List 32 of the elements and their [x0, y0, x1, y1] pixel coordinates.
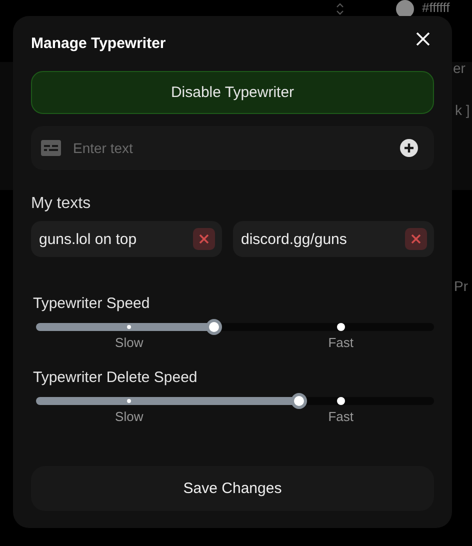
slider-label: Typewriter Speed	[33, 295, 151, 312]
slider-thumb[interactable]	[206, 319, 222, 335]
save-button[interactable]: Save Changes	[31, 466, 434, 511]
tick-mark	[336, 323, 345, 331]
background-text: er	[453, 60, 466, 76]
saved-text: guns.lol on top	[39, 230, 137, 248]
tick-mark	[127, 399, 132, 403]
background-text: k ]	[455, 102, 470, 118]
tick-mark	[336, 397, 345, 405]
add-icon[interactable]	[400, 139, 418, 157]
cross-icon	[199, 234, 209, 244]
section-title: My texts	[31, 195, 92, 213]
text-field-icon	[41, 140, 61, 156]
slider-thumb[interactable]	[291, 393, 308, 409]
text-input-field[interactable]: Enter text	[71, 139, 390, 157]
tick-label: Fast	[328, 409, 354, 424]
tick-label: Fast	[328, 335, 354, 350]
tick-label: Slow	[115, 409, 144, 424]
disable-button[interactable]: Disable Typewriter	[31, 71, 434, 114]
slider-label: Typewriter Delete Speed	[33, 369, 198, 386]
text-input-box[interactable]: Enter text	[31, 126, 434, 170]
color-value: #ffffff	[422, 0, 450, 15]
tick-mark	[127, 325, 132, 329]
saved-text: discord.gg/guns	[241, 230, 347, 248]
dialog-title: Manage Typewriter	[31, 34, 166, 52]
tick-label: Slow	[115, 335, 144, 350]
close-button[interactable]	[416, 32, 430, 46]
background-text: Pr	[454, 278, 468, 294]
delete-button[interactable]	[405, 228, 427, 250]
delete-button[interactable]	[193, 228, 215, 250]
sort-icon	[336, 2, 344, 16]
cross-icon	[411, 234, 421, 244]
